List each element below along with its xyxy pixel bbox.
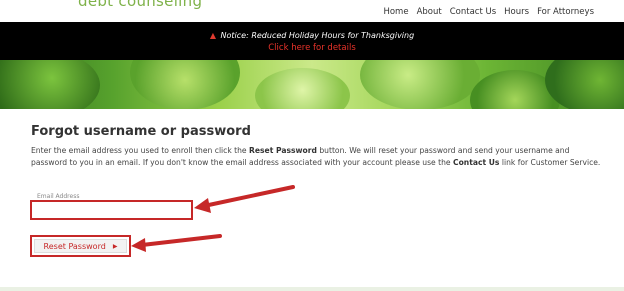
main-nav: Home About Contact Us Hours For Attorney… [383,7,594,17]
nav-hours[interactable]: Hours [504,7,529,17]
notice-message: Notice: Reduced Holiday Hours for Thanks… [220,31,415,40]
nav-about[interactable]: About [417,7,442,17]
reset-password-label: Reset Password [43,241,106,251]
page-title: Forgot username or password [31,124,251,139]
chevron-right-icon: ▶ [112,242,118,250]
instructions-end: link for Customer Service. [499,157,601,167]
leaf-shape [130,60,240,109]
forgot-password-section: Forgot username or password Enter the em… [0,109,624,291]
instructions-contact-bold: Contact Us [453,157,500,167]
instructions-intro: Enter the email address you used to enro… [31,146,250,155]
nav-contact-us[interactable]: Contact Us [450,7,496,17]
nav-for-attorneys[interactable]: For Attorneys [537,7,594,17]
reset-password-button[interactable]: Reset Password ▶ [34,239,127,253]
email-input[interactable] [32,206,191,223]
site-header: debt counseling Home About Contact Us Ho… [0,0,624,22]
arrow-to-reset-icon [131,234,222,252]
nav-home[interactable]: Home [383,7,408,17]
leaf-shape [545,60,624,109]
warning-icon: ▲ [209,31,216,40]
notice-bar: ▲ Notice: Reduced Holiday Hours for Than… [0,22,624,60]
instructions-text: Enter the email address you used to enro… [31,145,601,168]
email-label: Email Address [37,193,80,200]
email-field[interactable] [30,200,193,223]
logo-text[interactable]: debt counseling [78,0,202,10]
clover-banner-image [0,60,624,109]
leaf-shape [360,60,480,109]
leaf-shape [255,68,350,109]
footer-strip [0,287,624,291]
notice-link[interactable]: Click here for details [0,43,624,53]
instructions-reset-bold: Reset Password [249,146,317,155]
reset-button-highlight: Reset Password ▶ [30,235,131,257]
leaf-shape [0,60,100,109]
arrow-to-email-icon [194,185,295,213]
notice-message-row: ▲ Notice: Reduced Holiday Hours for Than… [0,31,624,40]
